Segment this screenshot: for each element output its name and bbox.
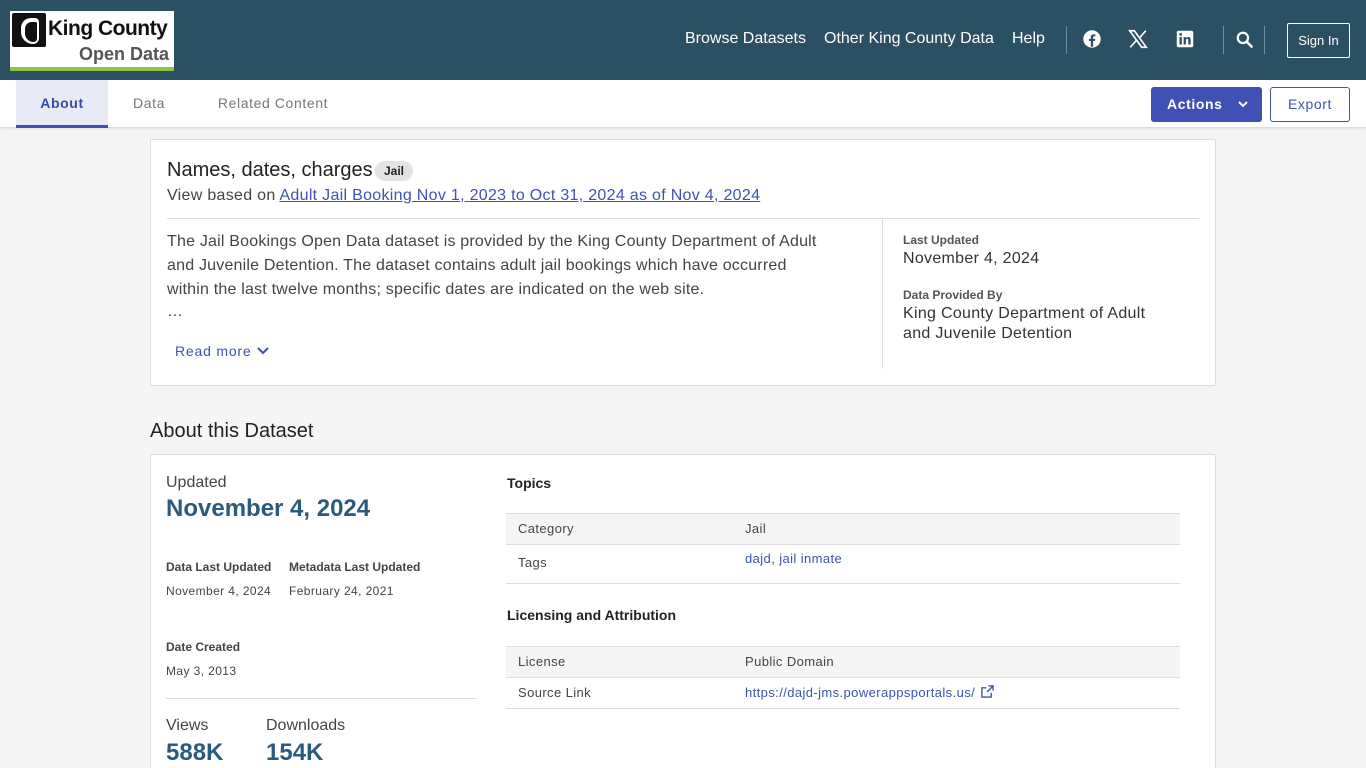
updated-value: November 4, 2024 bbox=[166, 495, 371, 522]
logo-text-line1: King County bbox=[48, 17, 168, 40]
category-badge: Jail bbox=[375, 161, 414, 181]
linkedin-icon[interactable] bbox=[1174, 28, 1196, 50]
tab-data[interactable]: Data bbox=[120, 80, 178, 128]
read-more-button[interactable]: Read more bbox=[175, 343, 270, 359]
last-updated-label: Last Updated bbox=[903, 233, 980, 247]
nav-help[interactable]: Help bbox=[1012, 30, 1045, 48]
dataset-summary-card: Names, dates, charges Jail View based on… bbox=[150, 139, 1216, 386]
metadata-last-updated-label: Metadata Last Updated bbox=[289, 560, 421, 574]
data-provided-by-label: Data Provided By bbox=[903, 288, 1003, 302]
read-more-label: Read more bbox=[175, 343, 252, 359]
tag-link[interactable]: jail inmate bbox=[779, 551, 842, 566]
external-link-icon[interactable] bbox=[981, 685, 994, 698]
dataset-description: The Jail Bookings Open Data dataset is p… bbox=[167, 233, 817, 298]
sign-in-button[interactable]: Sign In bbox=[1287, 23, 1350, 58]
tags-key: Tags bbox=[518, 555, 548, 570]
tags-value: dajd, jail inmate bbox=[745, 551, 843, 566]
license-value: Public Domain bbox=[745, 654, 835, 669]
top-header: King County Open Data Browse Datasets Ot… bbox=[0, 0, 1366, 80]
license-key: License bbox=[518, 654, 566, 669]
divider bbox=[166, 698, 477, 699]
table-row-category: Category Jail bbox=[506, 513, 1180, 545]
licensing-heading: Licensing and Attribution bbox=[507, 607, 677, 623]
dataset-title: Names, dates, charges bbox=[167, 159, 373, 181]
source-link-value: https://dajd-jms.powerappsportals.us/ bbox=[745, 678, 994, 707]
divider bbox=[882, 219, 883, 369]
tab-related-content[interactable]: Related Content bbox=[200, 80, 346, 128]
description-ellipsis: … bbox=[167, 303, 183, 320]
logo-text-line2: Open Data bbox=[78, 44, 169, 64]
nav-divider bbox=[1066, 26, 1067, 54]
about-dataset-card: Updated November 4, 2024 Data Last Updat… bbox=[150, 454, 1216, 768]
x-twitter-icon[interactable] bbox=[1127, 28, 1149, 50]
view-based-on-prefix: View based on bbox=[167, 187, 276, 204]
chevron-down-icon bbox=[1238, 101, 1248, 108]
views-value: 588K bbox=[166, 739, 224, 766]
nav-browse-datasets[interactable]: Browse Datasets bbox=[685, 30, 806, 48]
section-title: About this Dataset bbox=[150, 420, 314, 442]
last-updated-value: November 4, 2024 bbox=[903, 250, 1040, 267]
mlk-portrait-icon bbox=[12, 13, 46, 47]
facebook-icon[interactable] bbox=[1081, 28, 1103, 50]
downloads-label: Downloads bbox=[266, 717, 346, 734]
chevron-down-icon bbox=[257, 347, 270, 355]
downloads-value: 154K bbox=[266, 739, 324, 766]
tab-about[interactable]: About bbox=[16, 80, 108, 128]
tag-link[interactable]: dajd bbox=[745, 551, 771, 566]
search-icon[interactable] bbox=[1235, 30, 1254, 49]
date-created-value: May 3, 2013 bbox=[166, 664, 237, 678]
views-label: Views bbox=[166, 717, 209, 734]
source-link-key: Source Link bbox=[518, 685, 592, 700]
nav-divider bbox=[1223, 26, 1224, 54]
king-county-logo[interactable]: King County Open Data bbox=[10, 11, 174, 71]
view-based-on: View based on Adult Jail Booking Nov 1, … bbox=[167, 187, 760, 205]
actions-button[interactable]: Actions bbox=[1151, 87, 1262, 122]
table-row-tags: Tags dajd, jail inmate bbox=[506, 545, 1180, 584]
nav-other-king-county-data[interactable]: Other King County Data bbox=[824, 30, 994, 48]
parent-dataset-link[interactable]: Adult Jail Booking Nov 1, 2023 to Oct 31… bbox=[279, 187, 760, 204]
topics-heading: Topics bbox=[507, 475, 552, 491]
actions-label: Actions bbox=[1167, 96, 1223, 112]
source-link[interactable]: https://dajd-jms.powerappsportals.us/ bbox=[745, 685, 975, 700]
nav-divider bbox=[1264, 26, 1265, 54]
data-last-updated-label: Data Last Updated bbox=[166, 560, 272, 574]
divider bbox=[167, 218, 1199, 219]
date-created-label: Date Created bbox=[166, 640, 241, 654]
table-row-source-link: Source Link https://dajd-jms.powerappspo… bbox=[506, 678, 1180, 709]
table-row-license: License Public Domain bbox=[506, 646, 1180, 678]
metadata-last-updated-value: February 24, 2021 bbox=[289, 584, 394, 598]
category-key: Category bbox=[518, 521, 574, 536]
data-last-updated-value: November 4, 2024 bbox=[166, 584, 272, 598]
category-value: Jail bbox=[745, 521, 767, 536]
tab-bar: About Data Related Content Actions Expor… bbox=[0, 80, 1366, 128]
data-provided-by-value: King County Department of Adult and Juve… bbox=[903, 305, 1146, 342]
export-button[interactable]: Export bbox=[1270, 87, 1350, 122]
updated-label: Updated bbox=[166, 474, 227, 491]
